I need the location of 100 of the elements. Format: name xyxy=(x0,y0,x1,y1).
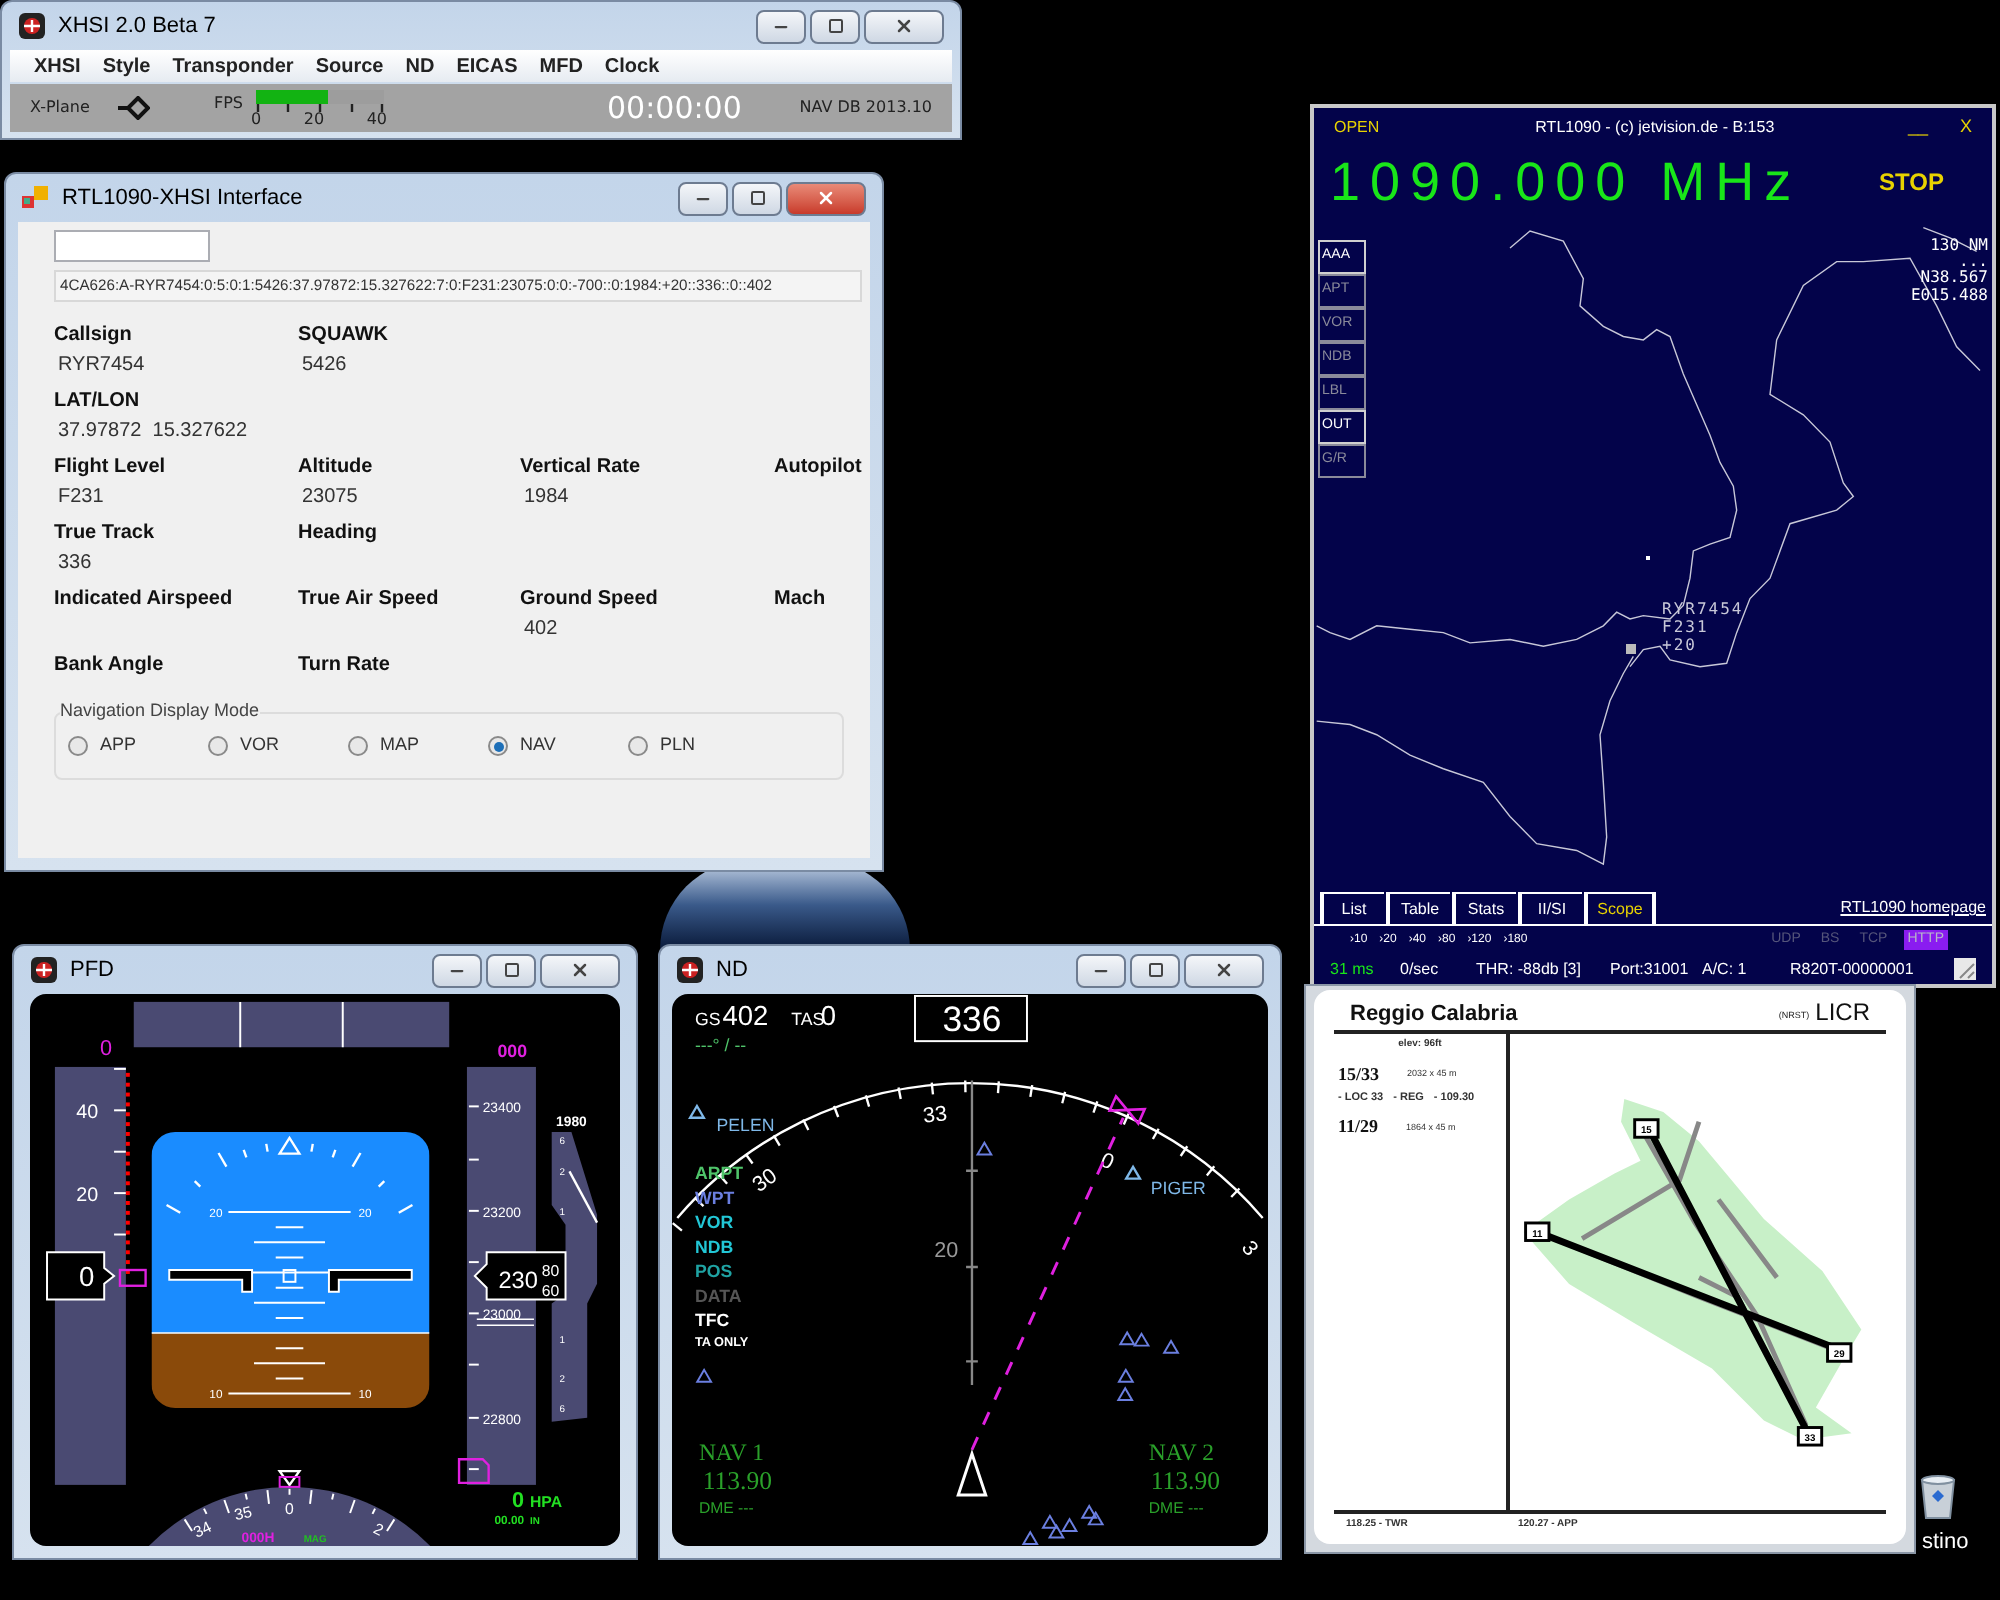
wind-readout: ---° / -- xyxy=(695,1034,747,1055)
tick-label: 0 xyxy=(251,112,262,128)
dme-readout: DME --- xyxy=(698,1498,754,1517)
baro-unit: HPA xyxy=(530,1492,563,1511)
field-value: 23075 xyxy=(300,484,360,512)
close-icon xyxy=(816,188,836,208)
tab[interactable]: List xyxy=(1320,892,1384,924)
close-icon xyxy=(1214,960,1234,980)
maximize-button[interactable] xyxy=(810,9,860,43)
field-label: Ground Speed xyxy=(520,586,660,614)
target-label: F231 xyxy=(1662,618,1711,636)
field-value: 5426 xyxy=(300,352,349,380)
stop-button[interactable]: STOP xyxy=(1879,164,1944,200)
fps-label: FPS xyxy=(214,92,244,116)
latency-readout: 31 ms xyxy=(1330,957,1376,981)
legend-label: POS xyxy=(695,1260,733,1281)
radio-button[interactable] xyxy=(348,736,368,756)
runway-name: 11/29 xyxy=(1338,1114,1379,1141)
ground-speed-label: GS xyxy=(695,1009,721,1030)
nav-radio-frequency: 113.90 xyxy=(702,1467,773,1496)
close-button[interactable] xyxy=(864,9,944,43)
recycle-bin-icon xyxy=(1918,1472,1958,1520)
airport-code: LICR xyxy=(1815,996,1870,1030)
tab[interactable]: Stats xyxy=(1452,892,1516,924)
cursor-readout: ... xyxy=(1959,254,1988,268)
source-label: X-Plane xyxy=(30,96,92,120)
ground-speed: 402 xyxy=(722,1001,769,1032)
field-label: True Air Speed xyxy=(298,586,441,614)
maximize-icon xyxy=(503,962,519,978)
radio-button[interactable] xyxy=(488,736,508,756)
threshold-readout: THR: -88db [3] xyxy=(1476,957,1583,981)
input-field[interactable] xyxy=(54,230,210,262)
menu-item[interactable]: ND xyxy=(405,51,435,81)
minimize-button[interactable] xyxy=(756,9,806,43)
maximize-button[interactable] xyxy=(732,181,782,215)
field-label: Heading xyxy=(298,520,379,548)
maximize-button[interactable] xyxy=(486,953,536,987)
close-button[interactable]: X xyxy=(1959,114,1972,142)
nav-database-label: NAV DB 2013.10 xyxy=(799,96,932,120)
message-rate: 0/sec xyxy=(1400,957,1441,981)
field-label: True Track xyxy=(54,520,157,548)
field-label: Bank Angle xyxy=(54,652,166,680)
field-value: 1984 xyxy=(522,484,571,512)
homepage-link[interactable]: RTL1090 homepage xyxy=(1840,896,1986,920)
runway-name: 15/33 xyxy=(1338,1061,1380,1087)
range-readout: 130 NM xyxy=(1930,236,1988,254)
target-label: +20 xyxy=(1662,636,1699,654)
field-label: SQUAWK xyxy=(298,322,390,350)
radio-button[interactable] xyxy=(628,736,648,756)
tab[interactable]: Scope xyxy=(1584,892,1656,924)
airport-name: Reggio Calabria xyxy=(1350,999,1518,1029)
waypoint-label: PIGER xyxy=(1150,1178,1206,1199)
minimize-button[interactable] xyxy=(1076,953,1126,987)
radio-button[interactable] xyxy=(68,736,88,756)
radio-button[interactable] xyxy=(208,736,228,756)
menu-item[interactable]: EICAS xyxy=(456,51,518,81)
altitude-bug-icon xyxy=(457,1458,490,1485)
waypoint-label: PELEN xyxy=(716,1115,775,1136)
traffic-triangle-icon xyxy=(975,1140,993,1156)
waypoint-triangle-icon xyxy=(1124,1164,1142,1180)
radio-label: NAV xyxy=(520,732,556,759)
nav-radio-frequency: 113.90 xyxy=(1150,1467,1220,1496)
maximize-icon xyxy=(827,18,843,34)
close-button[interactable] xyxy=(786,181,866,215)
altitude-rolling-digits: 80 xyxy=(541,1261,560,1280)
close-button[interactable] xyxy=(540,953,620,987)
minimize-button[interactable] xyxy=(432,953,482,987)
window-title: RTL1090 - (c) jetvision.de - B:153 xyxy=(1535,116,1775,140)
window-title: ND xyxy=(716,955,748,986)
radio-label: VOR xyxy=(240,732,280,759)
field-label: Callsign xyxy=(54,322,134,350)
compass-label: 3 xyxy=(1236,1236,1263,1262)
radio-label: PLN xyxy=(660,732,696,759)
maximize-button[interactable] xyxy=(1130,953,1180,987)
maximize-icon xyxy=(749,190,765,206)
app-logo-icon xyxy=(22,186,50,210)
menu-item[interactable]: Transponder xyxy=(172,51,294,81)
field-label: Indicated Airspeed xyxy=(54,586,235,614)
minimize-button[interactable]: __ xyxy=(1907,114,1928,142)
radio-label: MAP xyxy=(380,732,420,759)
menu-item[interactable]: MFD xyxy=(539,51,583,81)
menu-item[interactable]: Clock xyxy=(604,51,660,81)
nav-radio-name: NAV 1 xyxy=(698,1439,765,1466)
menu-item[interactable]: Source xyxy=(315,51,384,81)
altitude-target: 000 xyxy=(497,1041,528,1062)
close-button[interactable] xyxy=(1184,953,1264,987)
latitude-readout: N38.567 xyxy=(1920,268,1988,286)
waypoint-triangle-icon xyxy=(688,1103,706,1119)
target-marker-icon xyxy=(1626,644,1636,654)
field-label: Mach xyxy=(774,586,828,614)
field-value: F231 xyxy=(56,484,106,512)
compass-label: 33 xyxy=(922,1102,949,1129)
app-logo-icon xyxy=(676,956,704,984)
minimize-button[interactable] xyxy=(678,181,728,215)
field-value: 402 xyxy=(522,616,560,644)
track-readout: 336 xyxy=(914,995,1028,1043)
tab[interactable]: Table xyxy=(1386,892,1450,924)
open-button[interactable]: OPEN xyxy=(1334,116,1380,140)
menu-item[interactable]: Style xyxy=(102,51,151,81)
menu-item[interactable]: XHSI xyxy=(34,51,81,81)
